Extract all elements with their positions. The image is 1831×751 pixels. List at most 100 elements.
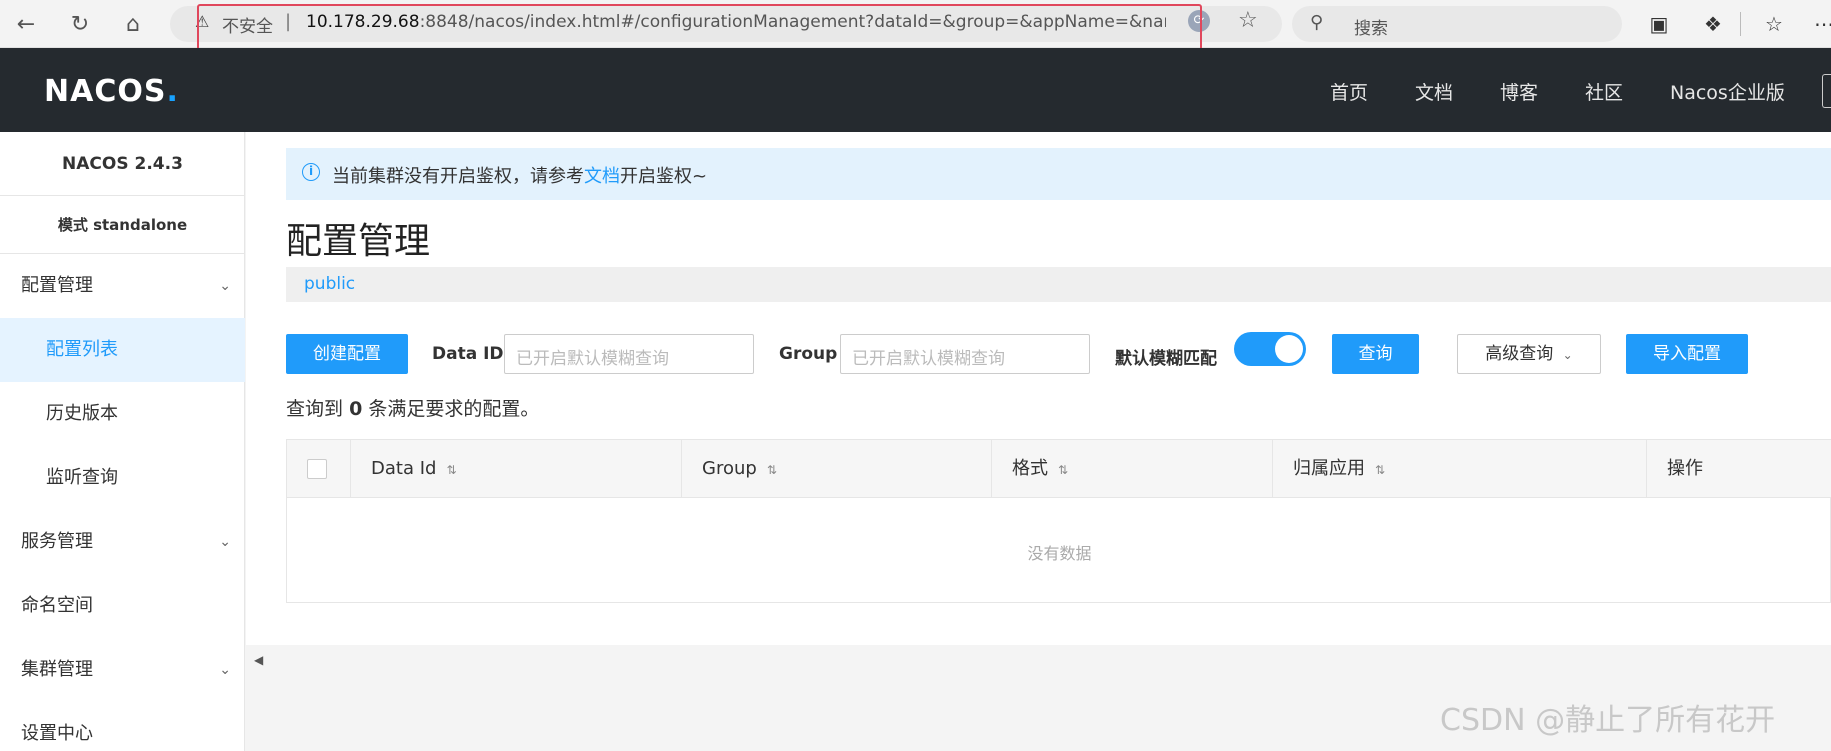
sidebar-item-history[interactable]: 历史版本: [0, 382, 245, 446]
empty-state: 没有数据: [1027, 544, 1092, 563]
sidebar-item-label: 监听查询: [46, 467, 118, 488]
column-actions: 操作: [1647, 440, 1831, 498]
sidebar-item-label: 历史版本: [46, 403, 118, 424]
sidebar-item-listener-query[interactable]: 监听查询: [0, 446, 245, 510]
version-label: NACOS 2.4.3: [0, 132, 245, 196]
toggle-knob: [1275, 335, 1303, 363]
chevron-down-icon: ⌄: [219, 278, 231, 294]
sort-icon[interactable]: ⇅: [446, 463, 456, 477]
notice-before: 当前集群没有开启鉴权，请参考: [332, 166, 584, 187]
sidebar-item-label: 服务管理: [21, 531, 93, 552]
language-switch[interactable]: [1822, 74, 1831, 108]
chevron-down-icon: ⌄: [1562, 348, 1573, 362]
create-config-button[interactable]: 创建配置: [286, 334, 408, 374]
nav-blog[interactable]: 博客: [1500, 78, 1538, 105]
reload-icon[interactable]: ↻: [64, 8, 96, 40]
search-icon: ⚲: [1310, 12, 1324, 33]
warning-icon[interactable]: ⚠: [195, 12, 209, 31]
nav-community[interactable]: 社区: [1585, 78, 1623, 105]
data-id-label: Data ID: [432, 344, 504, 364]
chevron-down-icon: ⌄: [219, 662, 231, 678]
extensions-puzzle-icon[interactable]: ❖: [1697, 8, 1729, 40]
table-header: Data Id ⇅ Group ⇅ 格式 ⇅ 归属应用 ⇅ 操作: [287, 440, 1831, 498]
url-path: :8848/nacos/index.html#/configurationMan…: [419, 12, 1166, 32]
nav-home[interactable]: 首页: [1330, 78, 1368, 105]
query-button[interactable]: 查询: [1332, 334, 1419, 374]
nacos-logo[interactable]: NACOS.: [44, 74, 179, 109]
favorites-list-icon[interactable]: ☆: [1758, 8, 1790, 40]
watermark: CSDN @静止了所有花开: [1440, 703, 1776, 738]
group-placeholder: 已开启默认模糊查询: [852, 349, 1005, 369]
select-all-cell: [287, 440, 351, 498]
search-placeholder: 搜索: [1354, 19, 1388, 39]
logo-text: NACOS: [44, 74, 167, 109]
column-label: 操作: [1667, 458, 1703, 479]
result-prefix: 查询到: [286, 398, 344, 420]
app-header: NACOS. 首页 文档 博客 社区 Nacos企业版: [0, 48, 1831, 132]
sidebar-item-label: 设置中心: [21, 723, 93, 744]
namespace-bar: public: [286, 267, 1831, 302]
group-input[interactable]: 已开启默认模糊查询: [840, 334, 1090, 374]
sort-icon[interactable]: ⇅: [767, 463, 777, 477]
sidebar-item-config-list[interactable]: 配置列表: [0, 318, 245, 382]
sidebar-item-label: 集群管理: [21, 659, 93, 680]
column-label: Group: [702, 458, 757, 479]
chevron-down-icon: ⌄: [219, 534, 231, 550]
sort-icon[interactable]: ⇅: [1375, 463, 1385, 477]
column-format[interactable]: 格式 ⇅: [992, 440, 1273, 498]
notice-doc-link[interactable]: 文档: [584, 166, 620, 187]
url-host: 10.178.29.68: [306, 12, 420, 32]
home-icon[interactable]: ⌂: [117, 8, 149, 40]
column-data-id[interactable]: Data Id ⇅: [351, 440, 682, 498]
browser-toolbar: ← ↻ ⌂ ⚠ 不安全 | 10.178.29.68:8848/nacos/in…: [0, 0, 1831, 48]
column-group[interactable]: Group ⇅: [682, 440, 992, 498]
notice-text: 当前集群没有开启鉴权，请参考文档开启鉴权~: [332, 162, 707, 188]
insecure-label[interactable]: 不安全: [222, 12, 273, 37]
sidebar-item-label: 配置管理: [21, 275, 93, 296]
url-text[interactable]: 10.178.29.68:8848/nacos/index.html#/conf…: [306, 12, 1166, 32]
column-app[interactable]: 归属应用 ⇅: [1273, 440, 1647, 498]
advanced-query-dropdown[interactable]: 高级查询 ⌄: [1457, 334, 1601, 374]
toolbar-divider: [1740, 12, 1741, 36]
result-suffix: 条满足要求的配置。: [368, 398, 540, 420]
browser-search-box[interactable]: ⚲ 搜索: [1292, 6, 1622, 42]
notice-after: 开启鉴权~: [620, 166, 708, 187]
address-separator: |: [285, 11, 292, 32]
auth-notice: i 当前集群没有开启鉴权，请参考文档开启鉴权~: [286, 148, 1831, 200]
namespace-public[interactable]: public: [304, 274, 355, 294]
config-table: Data Id ⇅ Group ⇅ 格式 ⇅ 归属应用 ⇅ 操作 没有数据: [286, 439, 1831, 603]
column-label: 归属应用: [1293, 458, 1365, 479]
sidebar: NACOS 2.4.3 模式 standalone 配置管理 ⌄ 配置列表 历史…: [0, 132, 245, 751]
result-count: 0: [349, 398, 363, 420]
back-icon[interactable]: ←: [10, 8, 42, 40]
scroll-left-arrow-icon[interactable]: ◀: [254, 653, 263, 667]
info-icon: i: [302, 163, 320, 181]
nav-docs[interactable]: 文档: [1415, 78, 1453, 105]
sidebar-item-label: 命名空间: [21, 595, 93, 616]
import-config-button[interactable]: 导入配置: [1626, 334, 1748, 374]
favorite-star-icon[interactable]: ☆: [1238, 8, 1258, 33]
sort-icon[interactable]: ⇅: [1058, 463, 1068, 477]
sidebar-item-label: 配置列表: [46, 339, 118, 360]
page-title: 配置管理: [286, 221, 431, 262]
fuzzy-match-label: 默认模糊匹配: [1115, 349, 1217, 369]
edge-read-aloud-icon[interactable]: ⟳: [1188, 10, 1210, 32]
logo-dot: .: [166, 74, 179, 109]
result-summary: 查询到 0 条满足要求的配置。: [286, 394, 539, 421]
extension-game-icon[interactable]: ▣: [1643, 8, 1675, 40]
sidebar-item-namespace[interactable]: 命名空间: [0, 574, 245, 638]
more-menu-icon[interactable]: ⋯: [1808, 8, 1831, 40]
sidebar-item-service-management[interactable]: 服务管理 ⌄: [0, 510, 245, 574]
data-id-input[interactable]: 已开启默认模糊查询: [504, 334, 754, 374]
main-content: i 当前集群没有开启鉴权，请参考文档开启鉴权~ 配置管理 public 创建配置…: [246, 132, 1831, 751]
select-all-checkbox[interactable]: [307, 459, 327, 479]
sidebar-item-settings[interactable]: 设置中心: [0, 702, 245, 751]
advanced-query-label: 高级查询: [1485, 344, 1554, 364]
sidebar-item-config-management[interactable]: 配置管理 ⌄: [0, 254, 245, 318]
nav-enterprise[interactable]: Nacos企业版: [1670, 78, 1785, 105]
column-label: 格式: [1012, 458, 1048, 479]
fuzzy-match-toggle[interactable]: [1234, 332, 1306, 366]
data-id-placeholder: 已开启默认模糊查询: [516, 349, 669, 369]
sidebar-item-cluster-management[interactable]: 集群管理 ⌄: [0, 638, 245, 702]
group-label: Group: [779, 344, 838, 364]
